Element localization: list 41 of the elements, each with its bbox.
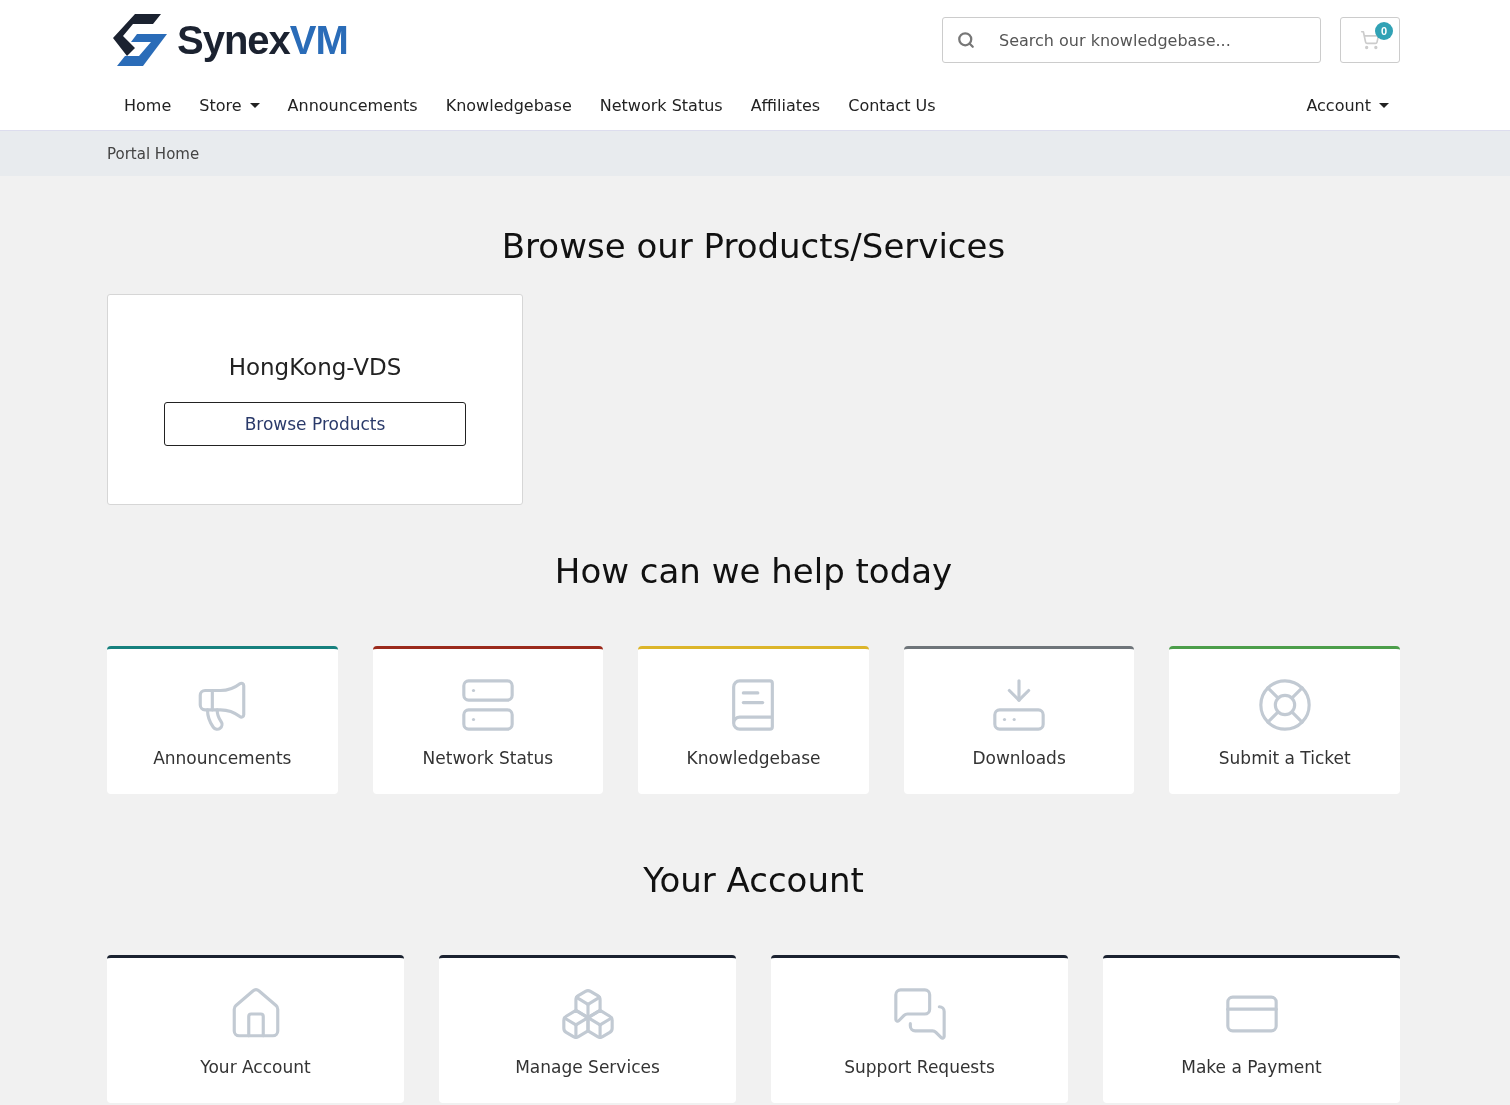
account-card[interactable]: Manage Services bbox=[439, 955, 736, 1103]
nav-link[interactable]: Network Status bbox=[582, 95, 734, 115]
caret-icon bbox=[1379, 102, 1389, 108]
card-label: Support Requests bbox=[844, 1056, 995, 1077]
account-card[interactable]: Your Account bbox=[107, 955, 404, 1103]
section-heading: Browse our Products/Services bbox=[500, 226, 1007, 266]
section-heading: How can we help today bbox=[553, 551, 954, 591]
help-card[interactable]: Network Status bbox=[372, 646, 604, 794]
nav-link[interactable]: Home bbox=[107, 95, 183, 115]
search-icon bbox=[957, 31, 975, 49]
help-card[interactable]: Announcements bbox=[107, 646, 338, 794]
nav-link[interactable]: Contact Us bbox=[831, 95, 947, 115]
card-label: Downloads bbox=[972, 747, 1066, 768]
card-label: Submit a Ticket bbox=[1218, 747, 1351, 768]
help-card[interactable]: Submit a Ticket bbox=[1169, 646, 1400, 794]
account-menu[interactable]: Account bbox=[1289, 95, 1400, 115]
logo-mark-icon bbox=[113, 12, 169, 68]
logo[interactable]: SynexVM bbox=[113, 12, 348, 68]
cart-icon bbox=[1360, 30, 1380, 50]
account-card[interactable]: Support Requests bbox=[771, 955, 1068, 1103]
card-label: Manage Services bbox=[515, 1056, 660, 1077]
account-card[interactable]: Make a Payment bbox=[1103, 955, 1400, 1103]
section-heading: Your Account bbox=[642, 860, 865, 900]
cart-count-badge: 0 bbox=[1375, 22, 1393, 40]
product-name: HongKong-VDS bbox=[228, 353, 402, 380]
caret-icon bbox=[249, 102, 260, 108]
help-card[interactable]: Downloads bbox=[903, 646, 1135, 794]
browse-products-button[interactable]: Browse Products bbox=[164, 401, 466, 446]
nav-link[interactable]: Affiliates bbox=[733, 95, 832, 115]
card-label: Network Status bbox=[422, 747, 554, 768]
card-label: Announcements bbox=[153, 747, 292, 768]
nav-link[interactable]: Knowledgebase bbox=[428, 95, 583, 115]
logo-text: SynexVM bbox=[177, 17, 348, 63]
nav-link[interactable]: Store bbox=[182, 95, 271, 115]
breadcrumb-link[interactable]: Portal Home bbox=[107, 145, 200, 163]
search-field[interactable]: Search our knowledgebase... bbox=[942, 17, 1321, 63]
card-label: Your Account bbox=[200, 1056, 311, 1077]
help-card[interactable]: Knowledgebase bbox=[638, 646, 869, 794]
card-label: Knowledgebase bbox=[686, 747, 821, 768]
nav-link[interactable]: Announcements bbox=[270, 95, 429, 115]
card-label: Make a Payment bbox=[1181, 1056, 1322, 1077]
